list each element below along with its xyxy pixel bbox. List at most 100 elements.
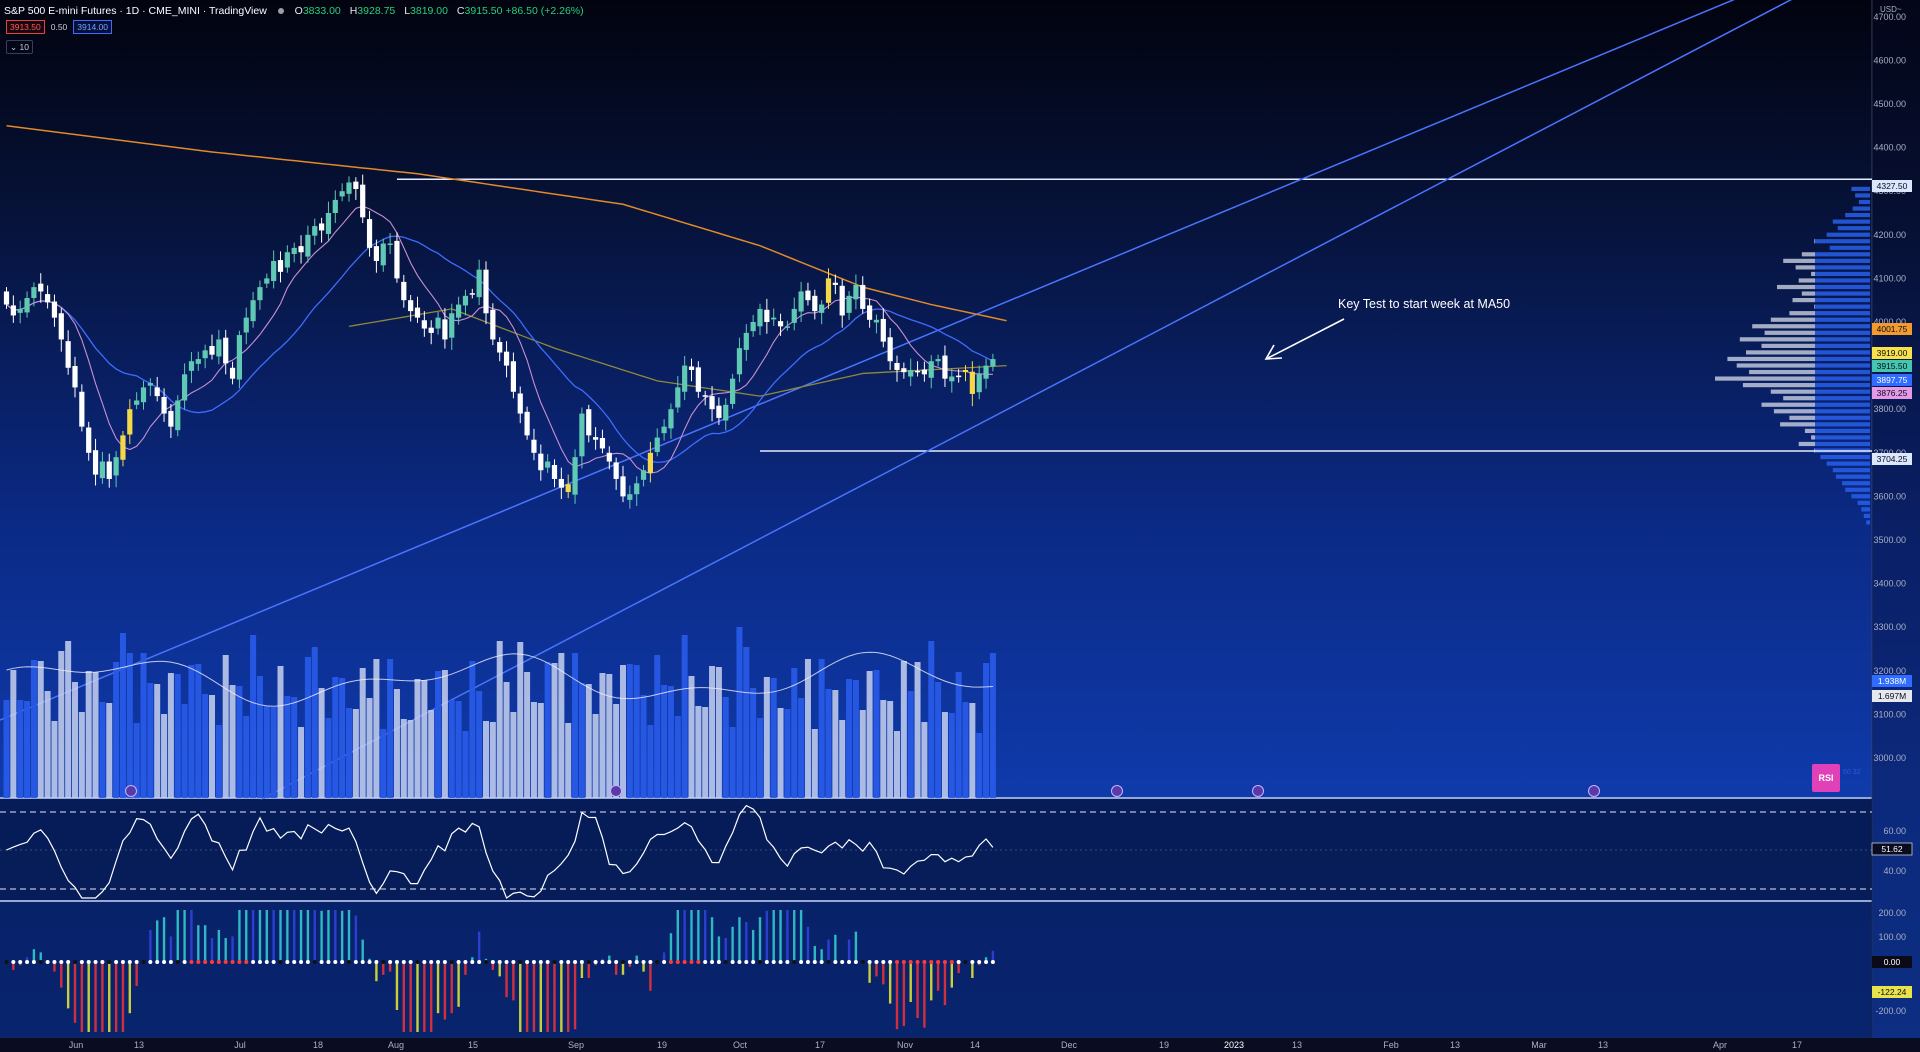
volume-profile-bar xyxy=(1815,383,1870,388)
candle-body xyxy=(380,243,386,266)
squeeze-dot xyxy=(257,960,262,964)
volume-bar xyxy=(818,659,825,798)
volume-bar xyxy=(695,706,702,798)
volume-profile-bar xyxy=(1815,324,1870,329)
squeeze-dot xyxy=(874,960,879,964)
squeeze-dot xyxy=(422,960,427,964)
squeeze-dot xyxy=(100,960,105,964)
volume-bar xyxy=(804,659,811,798)
volume-profile-bar xyxy=(1815,239,1870,244)
candle-body xyxy=(736,348,743,375)
volume-bar xyxy=(962,702,969,798)
volume-bar xyxy=(544,662,551,798)
volume-bar xyxy=(318,688,325,798)
symbol-title[interactable]: S&P 500 E-mini Futures · 1D · CME_MINI ·… xyxy=(4,5,267,17)
volume-profile-bar xyxy=(1770,317,1815,322)
volume-bar xyxy=(243,716,250,798)
volume-profile-bar xyxy=(1815,291,1870,296)
candle-body xyxy=(339,191,345,197)
candle-body xyxy=(456,304,462,318)
volume-bar xyxy=(894,731,900,798)
time-axis-label: Sep xyxy=(568,1040,584,1050)
time-axis-label: 14 xyxy=(970,1040,980,1050)
volume-profile-bar xyxy=(1842,481,1870,486)
volume-bar xyxy=(250,635,257,798)
squeeze-dot xyxy=(593,960,598,964)
squeeze-dot xyxy=(285,960,290,964)
time-axis-label: Mar xyxy=(1531,1040,1547,1050)
volume-profile-bar xyxy=(1815,317,1870,322)
volume-profile-bar xyxy=(1832,219,1870,224)
candle-body xyxy=(353,181,359,190)
candle-body xyxy=(79,391,85,427)
candle-body xyxy=(880,318,886,342)
volume-bar xyxy=(921,722,928,798)
candle-body xyxy=(229,367,236,379)
volume-bar xyxy=(572,653,579,798)
volume-bar xyxy=(702,707,709,798)
volume-profile-bar xyxy=(1736,363,1815,368)
candle-body xyxy=(414,307,421,318)
squeeze-dot xyxy=(942,960,947,964)
volume-profile-bar xyxy=(1815,343,1870,348)
volume-bar xyxy=(92,672,99,798)
chart-canvas[interactable]: Key Test to start week at MA504700.00460… xyxy=(0,0,1920,1052)
squeeze-dot xyxy=(627,960,632,964)
volume-profile-bar xyxy=(1801,291,1815,296)
volume-profile-bar xyxy=(1835,474,1870,479)
volume-bar xyxy=(606,674,613,798)
squeeze-dot xyxy=(771,960,776,964)
ask-button[interactable]: 3914.00 xyxy=(73,20,113,34)
volume-profile-bar xyxy=(1783,396,1815,401)
price-axis-bg xyxy=(1872,0,1920,1038)
volume-profile-bar xyxy=(1777,284,1815,290)
candle-body xyxy=(10,305,16,316)
squeeze-dot xyxy=(25,960,30,964)
time-axis-label: 13 xyxy=(134,1040,144,1050)
squeeze-dot xyxy=(347,960,351,964)
candle-body xyxy=(305,234,311,257)
symbol-header: S&P 500 E-mini Futures · 1D · CME_MINI ·… xyxy=(4,4,584,18)
volume-bar xyxy=(78,712,85,798)
candle-body xyxy=(682,365,688,392)
volume-bar xyxy=(30,660,37,798)
squeeze-dot xyxy=(668,960,673,964)
volume-bar xyxy=(126,653,133,798)
volume-bar xyxy=(263,706,270,798)
candle-body xyxy=(147,383,153,386)
candle-body xyxy=(264,278,270,284)
indicator-collapse-button[interactable]: ⌄ 10 xyxy=(6,40,33,54)
squeeze-dot xyxy=(641,960,646,964)
squeeze-dot xyxy=(497,960,502,964)
squeeze-dot xyxy=(305,960,310,964)
candle-body xyxy=(579,413,585,457)
squeeze-dot xyxy=(4,960,9,964)
rsi-indicator-button[interactable]: RSI xyxy=(1812,764,1840,792)
squeeze-dot xyxy=(312,960,317,964)
volume-profile-bar xyxy=(1815,415,1870,420)
volume-profile-bar xyxy=(1815,409,1870,414)
squeeze-dot xyxy=(114,960,119,964)
candle-body xyxy=(777,321,784,327)
candle-body xyxy=(360,184,366,218)
volume-bar xyxy=(873,670,880,798)
bid-button[interactable]: 3913.50 xyxy=(6,20,45,34)
volume-profile-bar xyxy=(1851,494,1870,499)
time-axis-label: Dec xyxy=(1061,1040,1078,1050)
volume-bar xyxy=(941,712,948,798)
candle-body xyxy=(284,252,290,268)
time-axis-label: 17 xyxy=(815,1040,825,1050)
candle-body xyxy=(908,369,914,377)
squeeze-dot xyxy=(216,960,221,964)
candle-body xyxy=(784,326,790,328)
time-axis-label: Oct xyxy=(733,1040,748,1050)
osc-value-label: -122.24 xyxy=(1878,987,1907,997)
volume-bar xyxy=(229,685,236,798)
volume-bar xyxy=(880,700,887,798)
candle-body xyxy=(558,478,564,488)
volume-bar xyxy=(113,662,120,798)
squeeze-dot xyxy=(388,960,393,964)
volume-profile-bar xyxy=(1815,284,1870,290)
squeeze-dot xyxy=(915,960,920,964)
squeeze-dot xyxy=(888,960,893,964)
